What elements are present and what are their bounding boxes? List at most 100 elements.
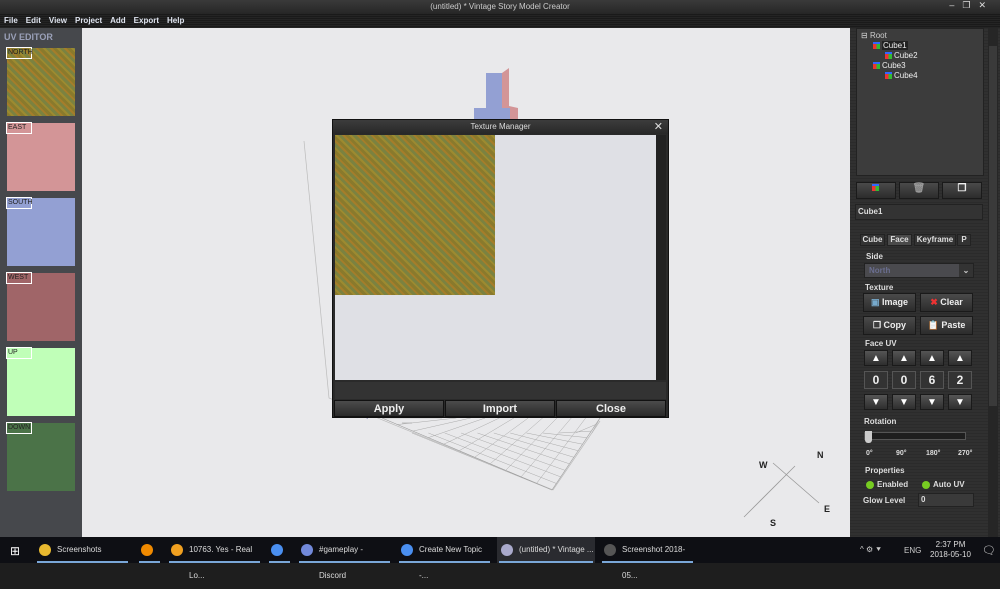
uv-value[interactable]: 2 [948,371,972,389]
copy-label: Copy [883,320,907,330]
uv-decrement-button[interactable]: ▼ [864,394,888,410]
rotation-slider[interactable] [864,431,966,443]
dialog-close-icon[interactable]: ✕ [654,120,663,134]
menu-bar: File Edit View Project Add Export Help [0,14,1000,28]
tree-item[interactable]: Cube2 [861,51,979,61]
uv-face-up[interactable]: UP [6,347,75,416]
taskbar-item-label: Screenshots [57,545,102,554]
tree-item-label: Cube4 [894,71,918,80]
close-button[interactable]: Close [556,400,666,417]
compass-s: S [770,518,776,528]
image-label: Image [882,297,909,307]
window-controls[interactable]: –❐✕ [949,0,994,11]
notifications-icon[interactable]: 🗨 [982,544,996,557]
uv-increment-button[interactable]: ▲ [892,350,916,366]
clock[interactable]: 2:37 PM 2018-05-10 [930,540,971,560]
tree-item-label: Cube2 [894,51,918,60]
tree-item[interactable]: Cube3 [861,61,979,71]
enabled-toggle[interactable]: Enabled [866,480,908,489]
uv-face-south[interactable]: SOUTH [6,197,75,266]
taskbar-item-label: (untitled) * Vintage ... [519,545,594,554]
uv-face-west[interactable]: WEST [6,272,75,341]
taskbar-item[interactable]: Screenshot 2018-05... [600,537,695,580]
menu-view[interactable]: View [49,14,67,28]
menu-edit[interactable]: Edit [26,14,41,28]
texture-thumbnail[interactable] [335,135,495,295]
menu-project[interactable]: Project [75,14,102,28]
uv-value[interactable]: 0 [892,371,916,389]
taskbar-item[interactable] [137,537,162,563]
copy-button[interactable]: ❐ Copy [863,316,916,335]
element-tree[interactable]: ⊟ Root Cube1 Cube2 Cube3 Cube4 [856,28,984,176]
uv-face-east[interactable]: EAST [6,122,75,191]
grid-line [411,432,553,491]
import-button[interactable]: Import [445,400,555,417]
uv-face-down[interactable]: DOWN [6,422,75,491]
add-cube-button[interactable] [856,182,896,199]
uv-increment-button[interactable]: ▲ [864,350,888,366]
maximize-icon[interactable]: ❐ [962,0,978,10]
tab-face[interactable]: Face [887,234,912,246]
arrow-up-icon: ▲ [899,353,909,364]
texture-label: Texture [865,283,894,292]
tree-item[interactable]: ⊟ Root [861,31,979,41]
grid-line [542,432,587,438]
uv-increment-button[interactable]: ▲ [920,350,944,366]
menu-help[interactable]: Help [167,14,184,28]
image-button[interactable]: ▣ Image [863,293,916,312]
tab-keyframe[interactable]: Keyframe [914,234,956,246]
clear-button[interactable]: ✖ Clear [920,293,973,312]
apply-button[interactable]: Apply [334,400,444,417]
uv-increment-button[interactable]: ▲ [948,350,972,366]
tree-item[interactable]: Cube4 [861,71,979,81]
texture-list[interactable] [335,135,656,380]
tab-p[interactable]: P [957,234,971,246]
uv-value[interactable]: 6 [920,371,944,389]
taskbar-item[interactable]: Create New Topic -... [397,537,492,580]
uv-face-north[interactable]: NORTH [6,47,75,116]
auto-uv-toggle[interactable]: Auto UV [922,480,965,489]
taskbar-item[interactable] [267,537,292,563]
language-indicator[interactable]: ENG [904,546,921,555]
uv-decrement-button[interactable]: ▼ [920,394,944,410]
taskbar-item[interactable]: Screenshots [35,537,130,563]
element-name-input[interactable]: Cube1 [855,204,983,220]
slider-handle[interactable] [865,431,872,443]
minimize-icon[interactable]: – [949,0,962,10]
side-select[interactable]: North ⌄ [864,263,974,278]
tree-item[interactable]: Cube1 [861,41,979,51]
close-icon[interactable]: ✕ [978,0,994,10]
panel-scrollbar[interactable] [988,28,998,537]
face-label: NORTH [6,47,33,59]
delete-button[interactable]: 🗑 [899,182,939,199]
compass-e: E [824,504,830,514]
face-label: UP [6,347,32,359]
menu-export[interactable]: Export [134,14,159,28]
glow-level-input[interactable]: 0 [918,493,974,507]
paste-button[interactable]: 📋 Paste [920,316,973,335]
windows-start-icon[interactable]: ⊞ [10,544,20,558]
taskbar-item[interactable]: 10763. Yes - Real Lo... [167,537,262,580]
uv-decrement-button[interactable]: ▼ [948,394,972,410]
menu-add[interactable]: Add [110,14,126,28]
collapse-icon[interactable]: ⊟ [861,31,870,40]
chevron-down-icon: ⌄ [959,264,973,277]
duplicate-button[interactable]: ❐ [942,182,982,199]
tray-icons[interactable]: ^ ⚙ ⯆ [860,545,882,555]
taskbar-item[interactable]: (untitled) * Vintage ... [497,537,595,563]
tab-cube[interactable]: Cube [860,234,885,246]
dialog-scrollbar[interactable] [656,135,666,380]
uv-value[interactable]: 0 [864,371,888,389]
copy-icon: ❐ [872,320,882,330]
grid-line [477,432,570,465]
cube-icon [871,184,879,192]
taskbar-item[interactable]: #gameplay - Discord [297,537,392,580]
app-icon [141,544,153,556]
compass-w: W [759,460,768,470]
uv-decrement-button[interactable]: ▼ [892,394,916,410]
menu-file[interactable]: File [4,14,18,28]
face-uv-label: Face UV [865,339,897,348]
side-label: Side [866,252,883,261]
rotation-tick: 90° [896,450,907,457]
uv-editor-panel: UV EDITOR NORTH EAST SOUTH WEST UP DOWN [0,28,82,537]
